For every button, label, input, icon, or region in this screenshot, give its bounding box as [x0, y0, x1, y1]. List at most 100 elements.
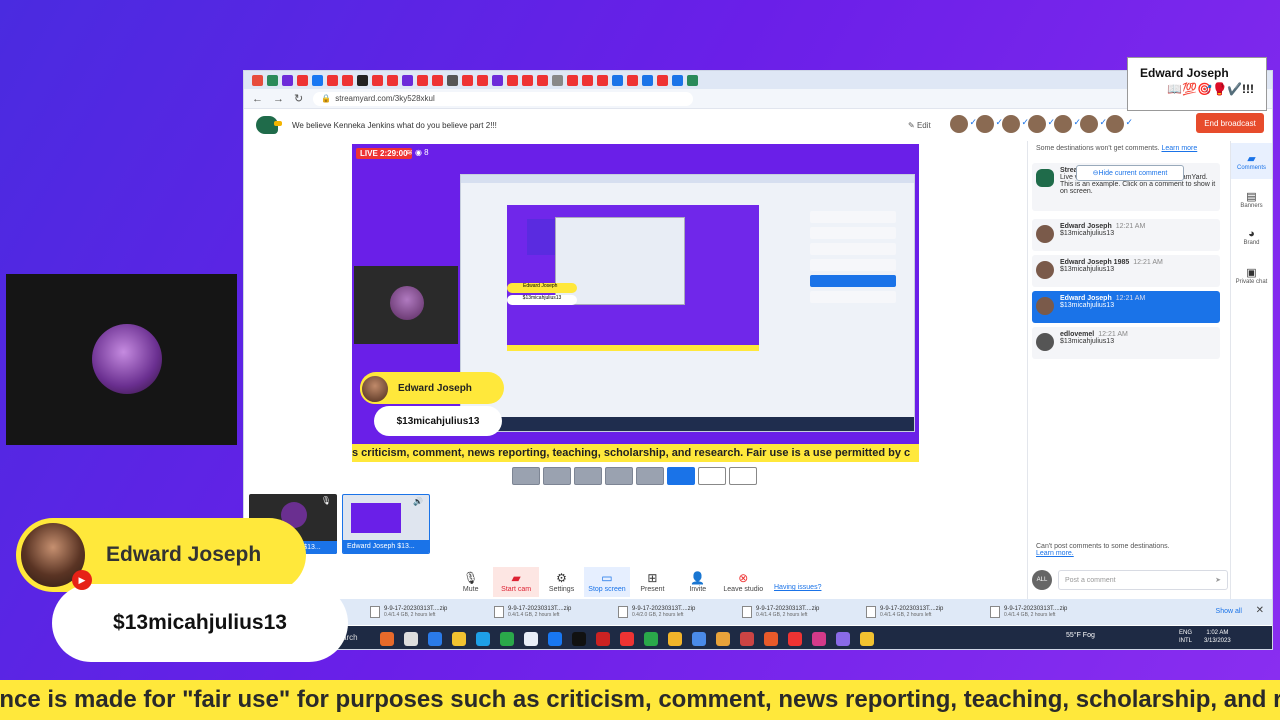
taskbar-app-icon[interactable] [740, 631, 754, 646]
tab-favicon[interactable] [432, 74, 443, 86]
instagram-icon[interactable] [812, 631, 826, 646]
download-item[interactable]: 9-9-17-20230313T....zip 0.4/1.4 GB, 2 hou… [990, 606, 1094, 618]
tab-favicon[interactable] [492, 74, 503, 86]
youtube-icon[interactable] [620, 631, 634, 646]
tab-favicon[interactable] [582, 74, 593, 86]
destination-avatar[interactable] [976, 115, 1003, 133]
edit-title-button[interactable]: ✎ Edit [908, 121, 931, 130]
back-icon[interactable]: ← [252, 93, 263, 105]
comment-item[interactable]: edlovemel 12:21 AM $13micahjulius13 [1032, 327, 1220, 359]
destination-avatar[interactable] [1054, 115, 1081, 133]
tab-favicon[interactable] [627, 74, 638, 86]
rail-brand[interactable]: ◕ Brand [1231, 219, 1272, 255]
tab-favicon[interactable] [552, 74, 563, 86]
layout-single[interactable] [512, 467, 540, 485]
screen-thumbnail[interactable]: 🔊 Edward Joseph $13... [342, 494, 430, 554]
taskbar-app-icon[interactable] [596, 631, 610, 646]
end-broadcast-button[interactable]: End broadcast [1196, 113, 1264, 133]
rail-private-chat[interactable]: ▣ Private chat [1231, 257, 1272, 293]
destination-avatar[interactable] [1002, 115, 1029, 133]
comment-item[interactable]: Edward Joseph 1985 12:21 AM $13micahjuliu… [1032, 255, 1220, 287]
comment-item[interactable]: Edward Joseph 12:21 AM $13micahjulius13 [1032, 219, 1220, 251]
chrome-icon[interactable] [668, 631, 682, 646]
brave-icon[interactable] [764, 631, 778, 646]
taskbar-app-icon[interactable] [644, 631, 658, 646]
send-icon[interactable]: ➤ [1215, 576, 1221, 584]
tab-favicon[interactable] [417, 74, 428, 86]
tab-favicon[interactable] [672, 74, 683, 86]
show-all-downloads-link[interactable]: Show all [1216, 608, 1242, 615]
leave-studio-button[interactable]: ⊗ Leave studio [721, 567, 766, 597]
download-item[interactable]: 9-9-17-20230313T....zip 0.4/1.4 GB, 2 hou… [494, 606, 598, 618]
tab-favicon[interactable] [372, 74, 383, 86]
tab-favicon[interactable] [312, 74, 323, 86]
rail-banners[interactable]: ▤ Banners [1231, 181, 1272, 217]
tab-strip[interactable] [244, 71, 1272, 89]
tab-favicon[interactable] [252, 74, 263, 86]
post-comment-input[interactable]: Post a comment ➤ [1058, 570, 1228, 590]
taskbar-app-icon[interactable] [788, 631, 802, 646]
download-item[interactable]: 9-9-17-20230313T....zip 0.4/2.0 GB, 2 hou… [618, 606, 722, 618]
rail-comments[interactable]: ▰ Comments [1231, 143, 1272, 179]
download-item[interactable]: 9-9-17-20230313T....zip 0.4/1.4 GB, 2 hou… [742, 606, 846, 618]
destination-selector[interactable]: ALL [1032, 570, 1052, 590]
tab-favicon[interactable] [342, 74, 353, 86]
comment-item-selected[interactable]: Edward Joseph 12:21 AM $13micahjulius13 [1032, 291, 1220, 323]
taskbar-app-icon[interactable] [836, 631, 850, 646]
tab-favicon[interactable] [687, 74, 698, 86]
taskbar-app-icon[interactable] [380, 631, 394, 646]
having-issues-link[interactable]: Having issues? [774, 584, 821, 591]
layout-blank[interactable] [729, 467, 757, 485]
mic-icon[interactable]: 🎙 [321, 496, 331, 505]
stop-screen-button[interactable]: ▭ Stop screen [584, 567, 630, 597]
destination-avatar[interactable] [1080, 115, 1107, 133]
tab-favicon[interactable] [612, 74, 623, 86]
destination-avatar[interactable] [1028, 115, 1055, 133]
download-item[interactable]: 9-9-17-20230313T....zip 0.4/1.4 GB, 2 hou… [866, 606, 970, 618]
taskbar-clock[interactable]: 1:02 AM 3/13/2023 [1204, 629, 1231, 645]
tiktok-icon[interactable] [572, 631, 586, 646]
broadcast-title[interactable]: We believe Kenneka Jenkins what do you b… [292, 121, 497, 130]
tab-favicon[interactable] [462, 74, 473, 86]
task-view-icon[interactable] [404, 631, 418, 646]
reload-icon[interactable]: ↻ [294, 92, 303, 105]
hide-current-comment-button[interactable]: ⊖ Hide current comment [1076, 165, 1184, 181]
close-icon[interactable]: ✕ [1256, 605, 1264, 616]
download-item[interactable]: 9-9-17-20230313T....zip 0.4/1.4 GB, 2 hou… [370, 606, 474, 618]
destination-avatar[interactable] [950, 115, 977, 133]
edge-icon[interactable] [476, 631, 490, 646]
language-indicator[interactable]: ENG INTL [1179, 629, 1192, 645]
learn-more-link[interactable]: Learn more [1161, 145, 1197, 152]
file-explorer-icon[interactable] [860, 631, 874, 646]
settings-button[interactable]: ⚙ Settings [539, 567, 584, 597]
layout-group-2[interactable] [574, 467, 602, 485]
tab-favicon[interactable] [447, 74, 458, 86]
tab-favicon[interactable] [387, 74, 398, 86]
start-cam-button[interactable]: ▰ Start cam [493, 567, 539, 597]
layout-leader[interactable] [605, 467, 633, 485]
layout-screen-only[interactable] [698, 467, 726, 485]
destination-avatar[interactable] [1106, 115, 1133, 133]
tab-favicon[interactable] [267, 74, 278, 86]
tab-favicon[interactable] [567, 74, 578, 86]
tab-favicon[interactable] [522, 74, 533, 86]
taskbar-app-icon[interactable] [524, 631, 538, 646]
tab-favicon[interactable] [597, 74, 608, 86]
forward-icon[interactable]: → [273, 93, 284, 105]
tab-favicon[interactable] [477, 74, 488, 86]
layout-screen-left[interactable] [636, 467, 664, 485]
chrome-icon[interactable] [716, 631, 730, 646]
xbox-icon[interactable] [500, 631, 514, 646]
taskbar-app-icon[interactable] [428, 631, 442, 646]
url-field[interactable]: 🔒 streamyard.com/3ky528xkul [313, 91, 694, 106]
invite-button[interactable]: 👤 Invite [675, 567, 720, 597]
facebook-icon[interactable] [548, 631, 562, 646]
speaker-icon[interactable]: 🔊 [413, 497, 423, 506]
tab-favicon[interactable] [507, 74, 518, 86]
tab-favicon[interactable] [657, 74, 668, 86]
file-explorer-icon[interactable] [452, 631, 466, 646]
tab-favicon[interactable] [402, 74, 413, 86]
taskbar-app-icon[interactable] [692, 631, 706, 646]
tab-favicon[interactable] [327, 74, 338, 86]
tab-favicon[interactable] [357, 74, 368, 86]
